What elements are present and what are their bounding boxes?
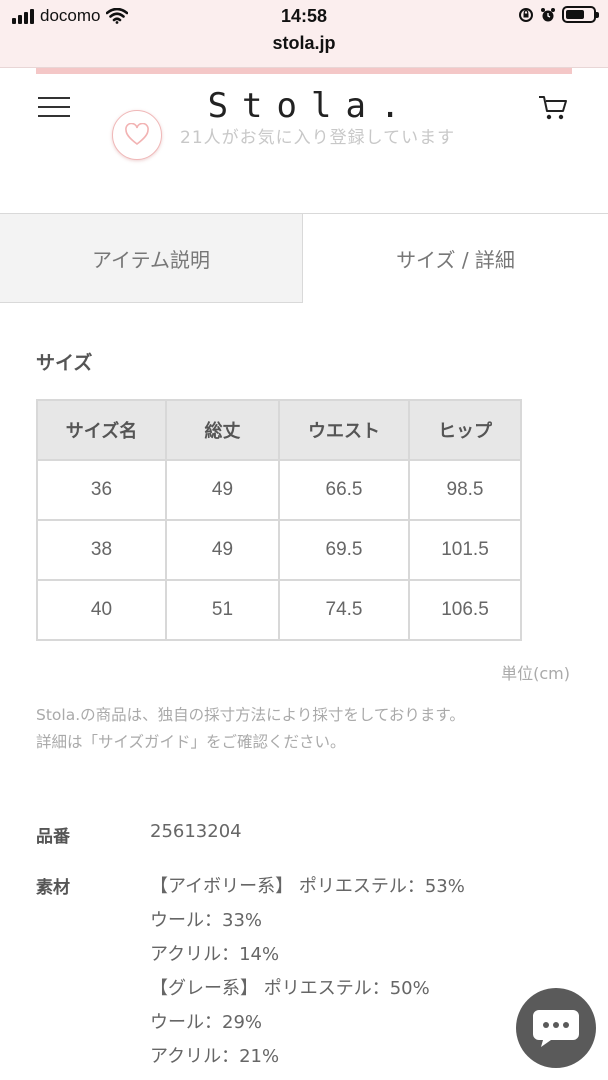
unit-label: 単位(cm) [501,664,570,683]
size-note: Stola.の商品は、独自の採寸方法により採寸をしております。 詳細は「サイズガ… [36,702,465,756]
table-cell: 49 [165,519,280,581]
table-row: 38 49 69.5 101.5 [36,519,522,581]
table-cell: 98.5 [408,459,522,521]
material-line: ウール：29% [150,1012,263,1033]
material-line: ウール：33% [150,910,263,931]
tab-size-details[interactable]: サイズ / 詳細 [303,213,608,303]
material-line: 【アイボリー系】 ポリエステル：53% [150,876,465,897]
status-icons [518,6,599,23]
table-cell: 38 [36,519,167,581]
favorite-count-text: 21人がお気に入り登録しています [180,128,456,148]
cart-icon[interactable] [538,94,568,122]
column-header-hip: ヒップ [408,399,522,461]
table-row: 36 49 66.5 98.5 [36,459,522,521]
chat-button[interactable] [516,988,596,1068]
heart-icon [125,123,149,146]
tab-item-description[interactable]: アイテム説明 [0,213,303,303]
alarm-icon [541,7,555,21]
battery-icon [562,6,599,23]
table-cell: 74.5 [278,579,410,641]
column-header-size-name: サイズ名 [36,399,167,461]
address-bar-url[interactable]: stola.jp [0,33,608,54]
header-accent-bar [36,68,572,74]
table-cell: 49 [165,459,280,521]
rotation-lock-icon [519,7,533,22]
size-section-title: サイズ [36,352,93,374]
table-cell: 101.5 [408,519,522,581]
status-bar: docomo 14:58 stola.jp [0,0,608,68]
material-label: 素材 [36,878,70,898]
size-note-line: 詳細は「サイズガイド」をご確認ください。 [36,733,346,751]
size-table-header-row: サイズ名 総丈 ウエスト ヒップ [36,399,522,461]
size-note-line: Stola.の商品は、独自の採寸方法により採寸をしております。 [36,706,465,724]
table-cell: 106.5 [408,579,522,641]
table-cell: 40 [36,579,167,641]
table-cell: 51 [165,579,280,641]
table-cell: 66.5 [278,459,410,521]
table-cell: 36 [36,459,167,521]
product-number-value: 25613204 [150,821,242,842]
clock: 14:58 [280,6,328,26]
table-cell: 69.5 [278,519,410,581]
column-header-waist: ウエスト [278,399,410,461]
column-header-length: 総丈 [165,399,280,461]
material-line: アクリル：21% [150,1046,280,1067]
favorite-button[interactable] [112,110,162,160]
material-line: 【グレー系】 ポリエステル：50% [150,978,430,999]
chat-bubble-icon [533,1010,579,1047]
table-row: 40 51 74.5 106.5 [36,579,522,641]
product-number-label: 品番 [36,827,70,847]
brand-logo[interactable]: Stola. [0,86,608,126]
size-table: サイズ名 総丈 ウエスト ヒップ 36 49 66.5 98.5 38 49 6… [36,399,522,641]
material-line: アクリル：14% [150,944,280,965]
